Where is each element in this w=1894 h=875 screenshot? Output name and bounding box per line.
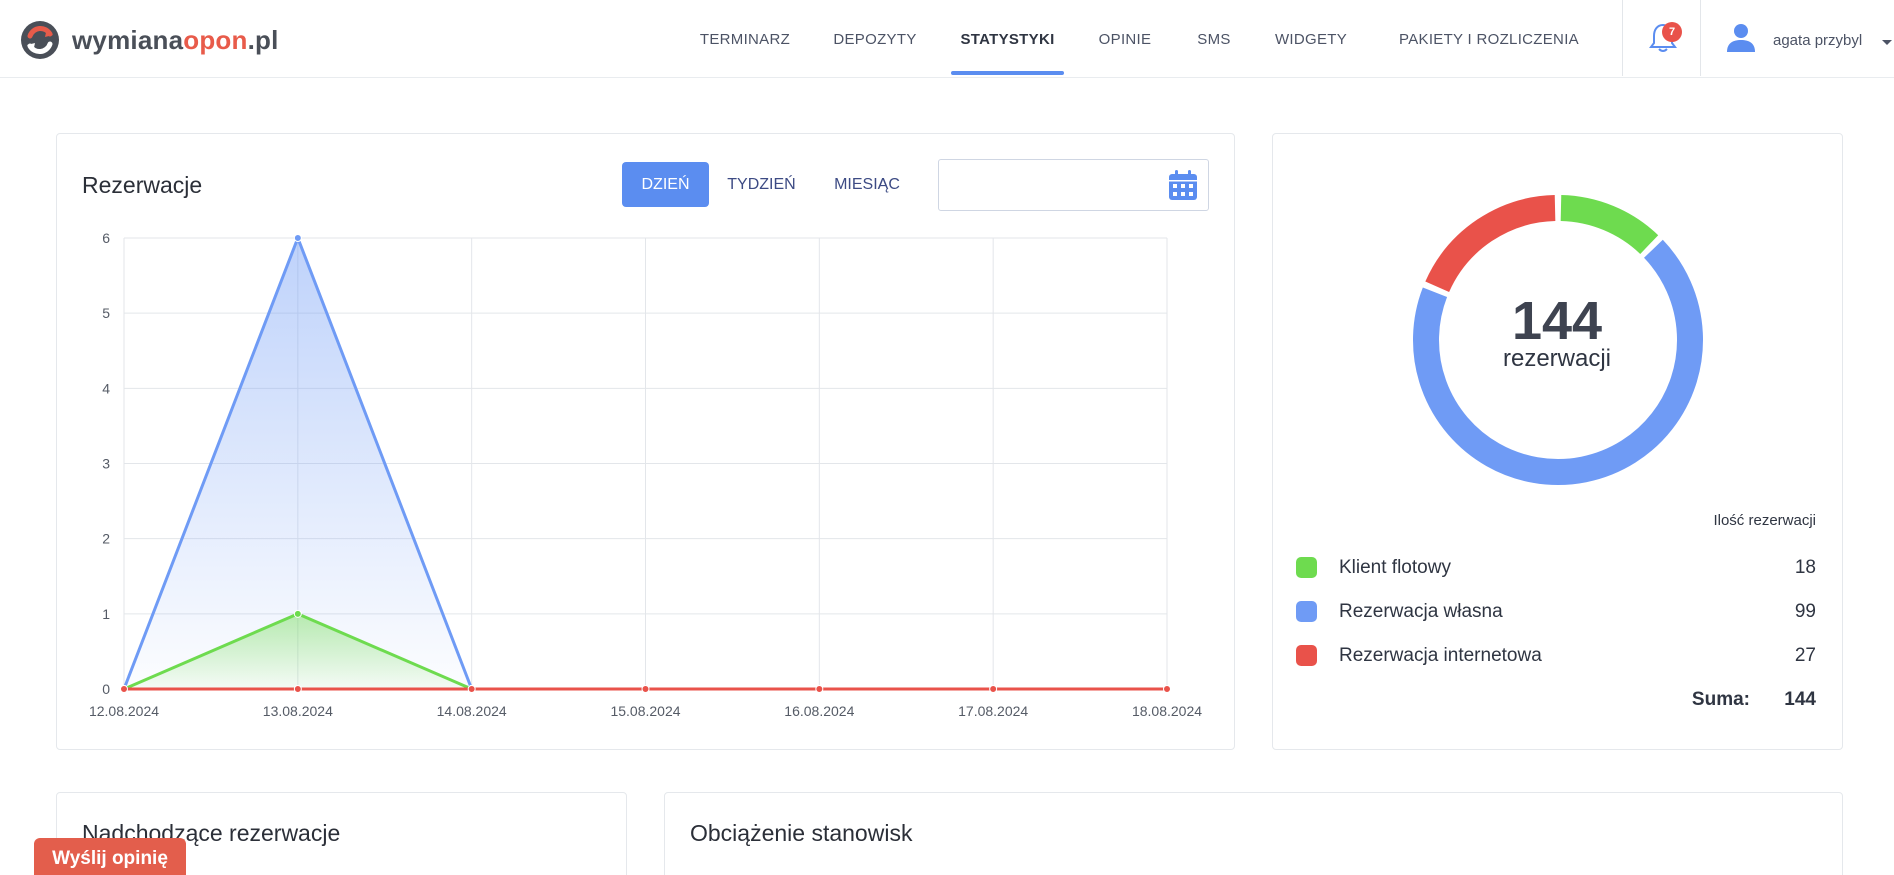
- send-feedback-button[interactable]: Wyślij opinię: [34, 838, 186, 875]
- x-tick-label: 16.08.2024: [784, 703, 854, 719]
- summary-row: Klient flotowy 18: [1296, 552, 1816, 582]
- y-tick-label: 0: [102, 681, 110, 697]
- summary-row-value: 18: [1794, 557, 1816, 578]
- summary-sum-value: 144: [1784, 689, 1816, 710]
- x-tick-label: 14.08.2024: [437, 703, 507, 719]
- y-tick-label: 5: [102, 305, 110, 321]
- series-point[interactable]: [641, 685, 650, 693]
- series-point[interactable]: [989, 685, 998, 693]
- series-point[interactable]: [815, 685, 824, 693]
- x-tick-label: 15.08.2024: [610, 703, 680, 719]
- series-point[interactable]: [293, 685, 302, 693]
- series-point[interactable]: [467, 685, 476, 693]
- legend-swatch-blue: [1296, 601, 1317, 622]
- y-tick-label: 2: [102, 531, 110, 547]
- donut-total-label: rezerwacji: [1502, 345, 1612, 372]
- series-point[interactable]: [120, 685, 128, 693]
- summary-row: Rezerwacja własna 99: [1296, 596, 1816, 626]
- donut-total-value: 144: [1511, 291, 1603, 351]
- x-tick-label: 12.08.2024: [89, 703, 159, 719]
- x-tick-label: 17.08.2024: [958, 703, 1028, 719]
- y-tick-label: 1: [102, 606, 110, 622]
- summary-sum-label: Suma:: [1691, 689, 1750, 710]
- series-point[interactable]: [293, 234, 302, 242]
- legend-swatch-green: [1296, 557, 1317, 578]
- summary-row-label: Rezerwacja własna: [1339, 601, 1503, 622]
- summary-row-label: Klient flotowy: [1339, 557, 1451, 578]
- donut-slice[interactable]: [1425, 195, 1556, 293]
- station-load-title: Obciążenie stanowisk: [690, 820, 913, 846]
- series-point[interactable]: [293, 609, 302, 618]
- series-point[interactable]: [1163, 685, 1171, 693]
- y-tick-label: 3: [102, 456, 110, 472]
- legend-swatch-red: [1296, 645, 1317, 666]
- x-tick-label: 13.08.2024: [263, 703, 333, 719]
- y-tick-label: 6: [102, 230, 110, 246]
- x-tick-label: 18.08.2024: [1132, 703, 1202, 719]
- chart-x-axis: 12.08.2024 13.08.2024 14.08.2024 15.08.2024…: [89, 703, 1202, 719]
- summary-row-label: Rezerwacja internetowa: [1339, 645, 1542, 666]
- summary-header: Ilość rezerwacji: [1713, 512, 1816, 529]
- summary-row-value: 99: [1794, 601, 1816, 622]
- summary-row: Rezerwacja internetowa 27: [1296, 640, 1816, 670]
- donut-slice[interactable]: [1560, 195, 1659, 255]
- y-tick-label: 4: [102, 380, 110, 396]
- chart-y-axis: 0 1 2 3 4 5 6: [102, 230, 110, 697]
- summary-row-value: 27: [1794, 645, 1816, 666]
